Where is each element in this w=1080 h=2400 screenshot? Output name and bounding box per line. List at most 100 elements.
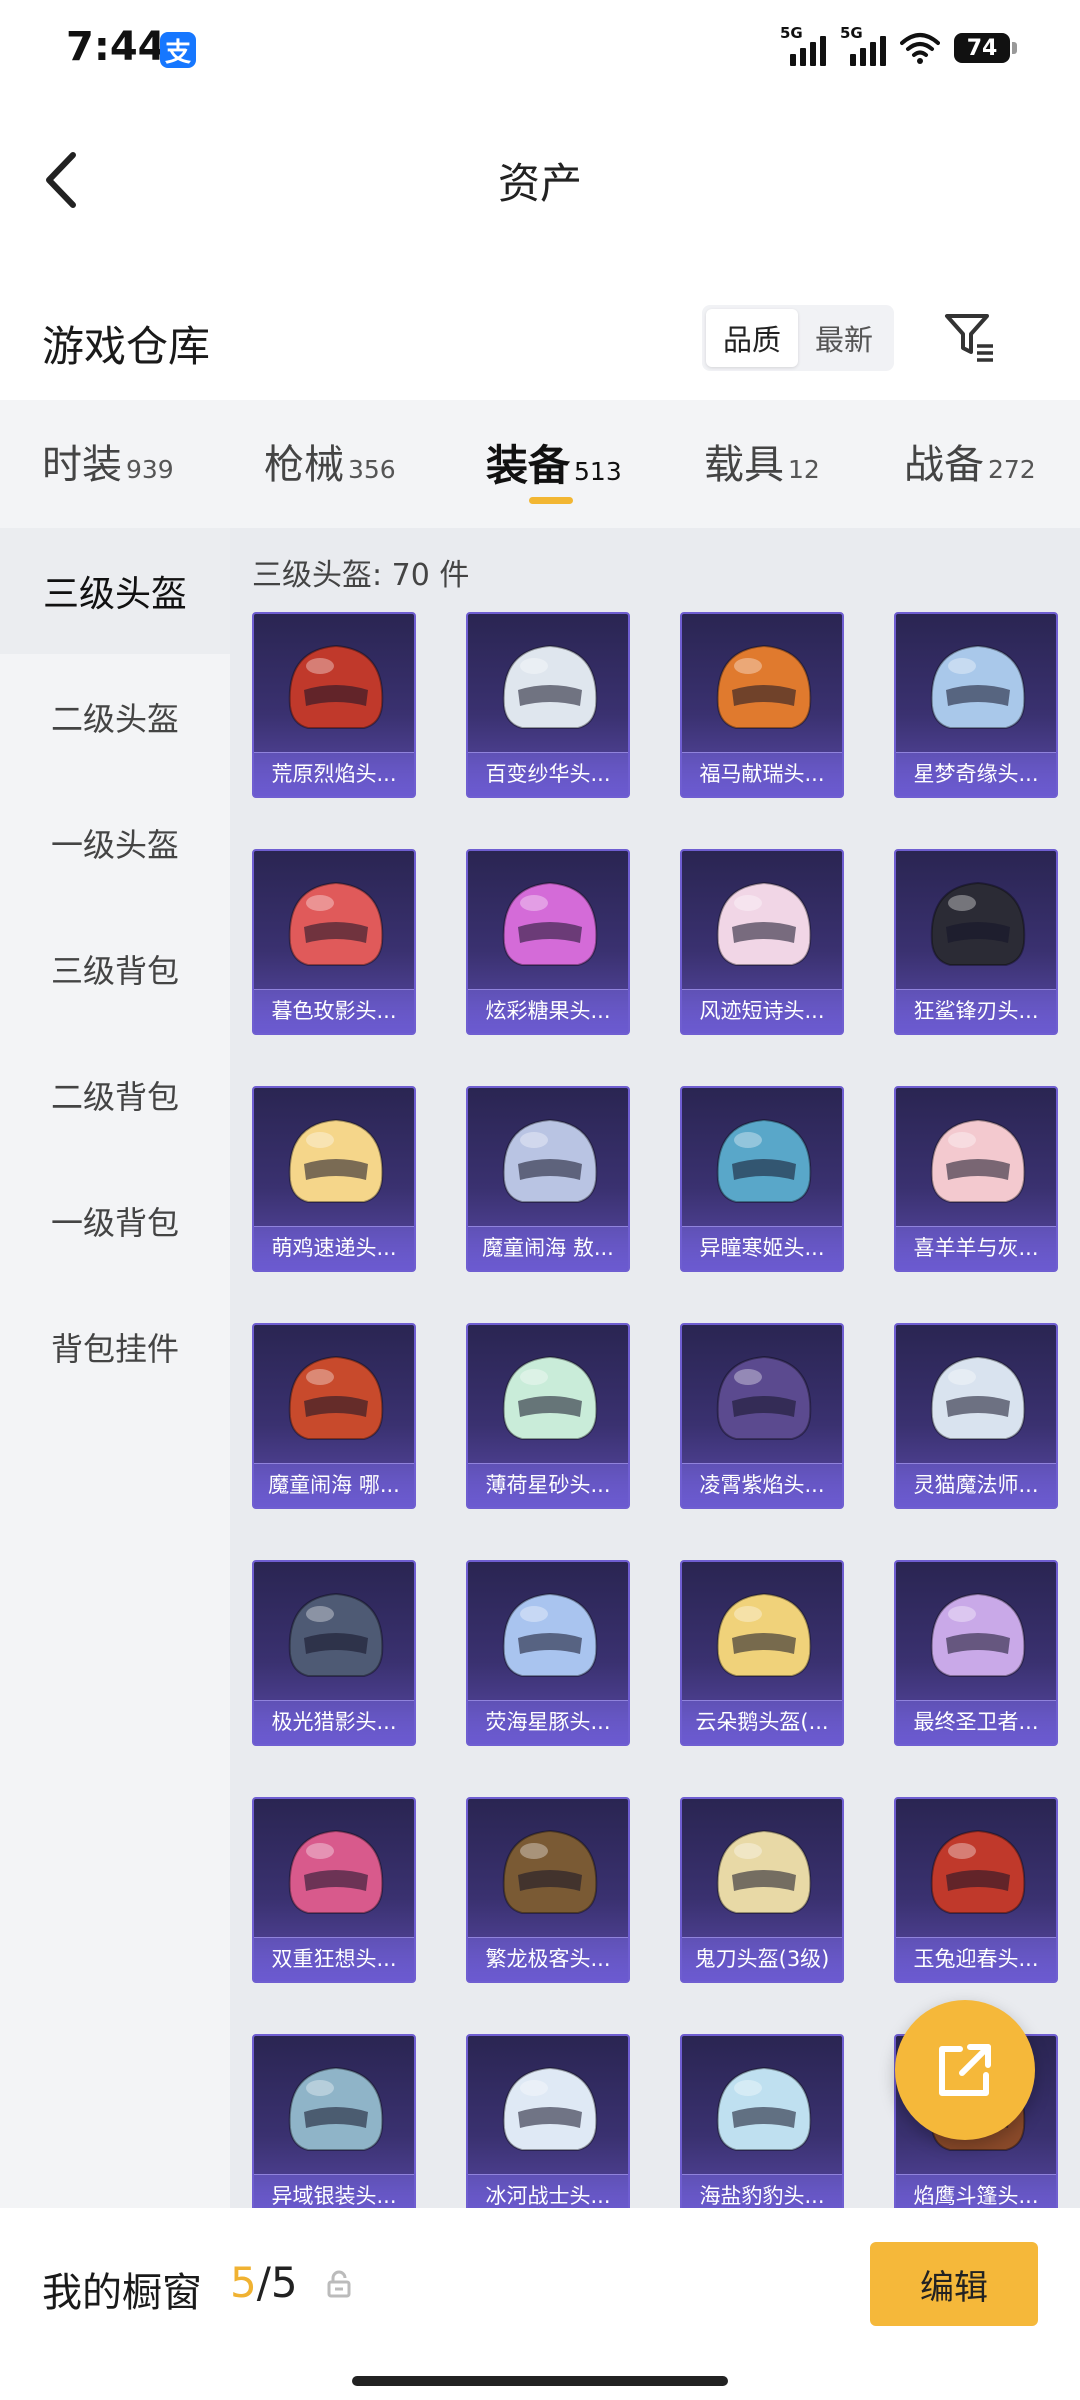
tab-label: 时装 <box>42 442 122 488</box>
tab-firearms[interactable]: 枪械 356 <box>264 432 396 490</box>
helmet-icon <box>288 644 384 729</box>
item-card[interactable]: 海盐豹豹头... <box>680 2034 844 2208</box>
menu-item-level1-helmet[interactable]: 一级头盔 <box>0 780 230 906</box>
item-name: 双重狂想头... <box>271 1947 397 1971</box>
menu-item-level2-backpack[interactable]: 二级背包 <box>0 1032 230 1158</box>
item-card[interactable]: 风迹短诗头... <box>680 849 844 1035</box>
item-card[interactable]: 凌霄紫焰头... <box>680 1323 844 1509</box>
showcase-count: 5/5 <box>230 2258 298 2307</box>
item-card[interactable]: 星梦奇缘头... <box>894 612 1058 798</box>
showcase-separator: / <box>256 2258 271 2307</box>
item-card[interactable]: 极光猎影头... <box>252 1560 416 1746</box>
menu-item-level3-helmet[interactable]: 三级头盔 <box>0 528 230 654</box>
item-name: 薄荷星砂头... <box>485 1473 611 1497</box>
helmet-icon <box>716 1829 812 1914</box>
helmet-icon <box>288 1355 384 1440</box>
item-name: 魔童闹海 哪... <box>268 1473 400 1497</box>
item-card[interactable]: 双重狂想头... <box>252 1797 416 1983</box>
item-name: 萌鸡速递头... <box>271 1236 397 1260</box>
tab-count: 12 <box>788 455 820 484</box>
menu-item-level1-backpack[interactable]: 一级背包 <box>0 1158 230 1284</box>
wifi-icon <box>900 33 940 64</box>
sort-by-quality[interactable]: 品质 <box>706 309 798 367</box>
menu-item-backpack-charm[interactable]: 背包挂件 <box>0 1284 230 1410</box>
item-card[interactable]: 萌鸡速递头... <box>252 1086 416 1272</box>
filter-button[interactable] <box>940 307 1000 367</box>
sort-by-newest[interactable]: 最新 <box>798 309 890 367</box>
item-name: 海盐豹豹头... <box>699 2184 825 2208</box>
item-name: 荒原烈焰头... <box>271 762 397 786</box>
helmet-icon <box>930 644 1026 729</box>
battery-icon: 74 <box>954 33 1017 63</box>
helmet-icon <box>930 1829 1026 1914</box>
menu-item-level3-backpack[interactable]: 三级背包 <box>0 906 230 1032</box>
status-bar: 7:44 支 5G 5G 74 <box>0 0 1080 100</box>
filter-icon <box>945 314 993 362</box>
tab-equipment[interactable]: 装备 513 <box>486 432 622 493</box>
signal-icon: 5G <box>840 24 886 66</box>
helmet-icon <box>502 1592 598 1677</box>
network-type-label: 5G <box>840 24 863 42</box>
share-button[interactable] <box>895 2000 1035 2140</box>
item-name: 炫彩糖果头... <box>485 999 611 1023</box>
item-name: 云朵鹅头盔(... <box>695 1710 829 1734</box>
item-card[interactable]: 异域银装头... <box>252 2034 416 2208</box>
item-card[interactable]: 冰河战士头... <box>466 2034 630 2208</box>
item-card[interactable]: 荧海星豚头... <box>466 1560 630 1746</box>
network-type-label: 5G <box>780 24 803 42</box>
tab-vehicles[interactable]: 载具 12 <box>704 432 820 490</box>
helmet-icon <box>716 2066 812 2151</box>
item-name: 喜羊羊与灰... <box>913 1236 1039 1260</box>
helmet-icon <box>716 1118 812 1203</box>
status-icons: 5G 5G 74 <box>780 24 1017 70</box>
item-name: 鬼刀头盔(3级) <box>694 1947 830 1971</box>
helmet-icon <box>716 1355 812 1440</box>
alipay-icon: 支 <box>160 32 196 68</box>
item-name: 焰鹰斗篷头... <box>913 2184 1039 2208</box>
helmet-icon <box>716 1592 812 1677</box>
item-name: 暮色玫影头... <box>271 999 397 1023</box>
item-card[interactable]: 炫彩糖果头... <box>466 849 630 1035</box>
item-card[interactable]: 异瞳寒姬头... <box>680 1086 844 1272</box>
item-card[interactable]: 鬼刀头盔(3级) <box>680 1797 844 1983</box>
category-tabs: 时装 939 枪械 356 装备 513 载具 12 战备 272 <box>0 400 1080 528</box>
item-card[interactable]: 福马献瑞头... <box>680 612 844 798</box>
helmet-icon <box>288 1118 384 1203</box>
tab-label: 载具 <box>704 442 784 488</box>
item-card[interactable]: 喜羊羊与灰... <box>894 1086 1058 1272</box>
item-card[interactable]: 灵猫魔法师... <box>894 1323 1058 1509</box>
item-card[interactable]: 百变纱华头... <box>466 612 630 798</box>
item-card[interactable]: 薄荷星砂头... <box>466 1323 630 1509</box>
item-card[interactable]: 繁龙极客头... <box>466 1797 630 1983</box>
tab-count: 272 <box>988 455 1036 484</box>
item-name: 荧海星豚头... <box>485 1710 611 1734</box>
helmet-icon <box>502 1829 598 1914</box>
item-name: 异瞳寒姬头... <box>699 1236 825 1260</box>
helmet-icon <box>502 1118 598 1203</box>
helmet-icon <box>288 2066 384 2151</box>
menu-item-level2-helmet[interactable]: 二级头盔 <box>0 654 230 780</box>
home-indicator[interactable] <box>352 2376 728 2386</box>
item-card[interactable]: 最终圣卫者... <box>894 1560 1058 1746</box>
item-card[interactable]: 魔童闹海 哪... <box>252 1323 416 1509</box>
helmet-icon <box>288 1592 384 1677</box>
item-card[interactable]: 魔童闹海 敖... <box>466 1086 630 1272</box>
item-card[interactable]: 荒原烈焰头... <box>252 612 416 798</box>
helmet-icon <box>502 2066 598 2151</box>
tab-count: 356 <box>348 455 396 484</box>
tab-battle-gear[interactable]: 战备 272 <box>904 432 1036 490</box>
helmet-icon <box>716 644 812 729</box>
item-name: 狂鲨锋刃头... <box>913 999 1039 1023</box>
item-card[interactable]: 玉兔迎春头... <box>894 1797 1058 1983</box>
external-link-icon <box>939 2044 991 2096</box>
helmet-icon <box>930 1118 1026 1203</box>
signal-icon: 5G <box>780 24 826 66</box>
tab-fashion[interactable]: 时装 939 <box>42 432 174 490</box>
item-card[interactable]: 暮色玫影头... <box>252 849 416 1035</box>
item-card[interactable]: 狂鲨锋刃头... <box>894 849 1058 1035</box>
item-card[interactable]: 云朵鹅头盔(... <box>680 1560 844 1746</box>
item-name: 风迹短诗头... <box>699 999 825 1023</box>
edit-button[interactable]: 编辑 <box>870 2242 1038 2326</box>
helmet-icon <box>502 644 598 729</box>
item-name: 最终圣卫者... <box>913 1710 1039 1734</box>
